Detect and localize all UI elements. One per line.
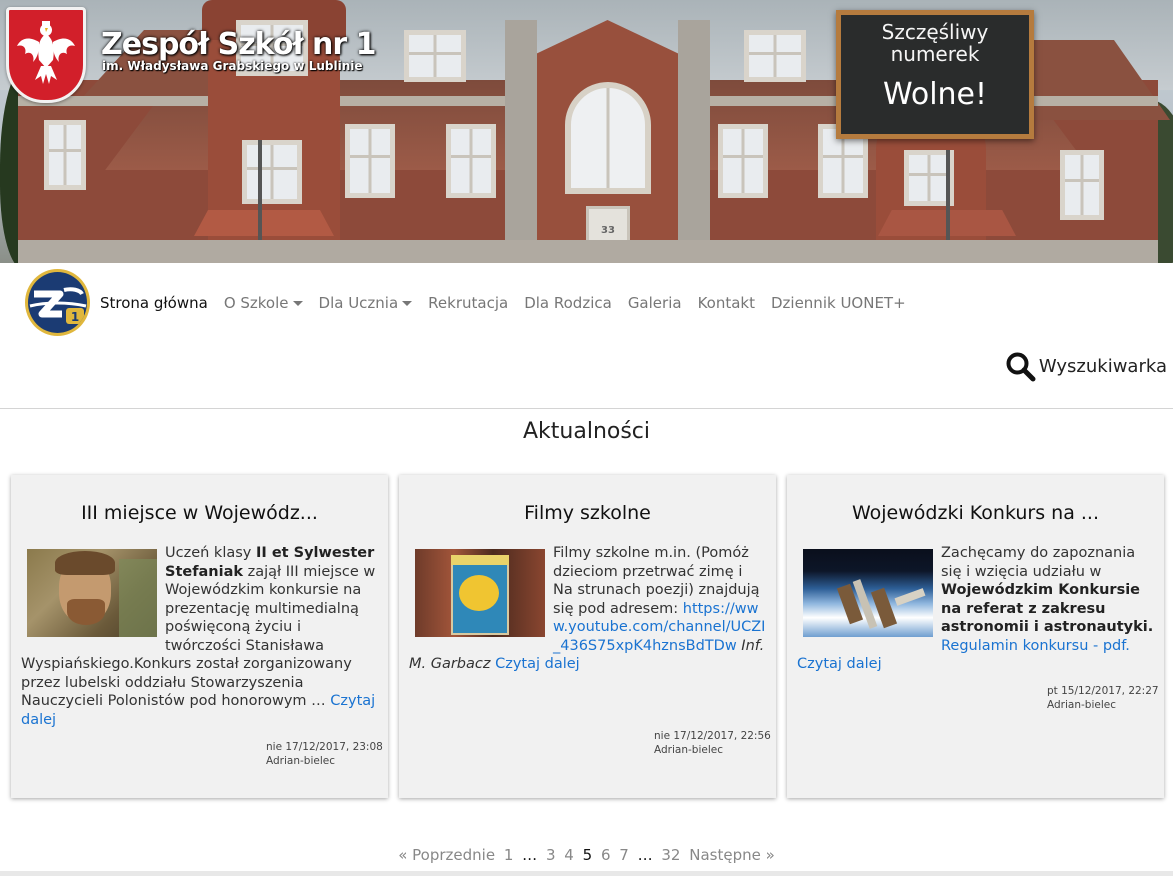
news-date: nie 17/12/2017, 22:56 [654, 730, 771, 742]
nav-label: Dziennik UONET+ [770, 294, 906, 312]
nav-item-dla-ucznia[interactable]: Dla Ucznia [319, 294, 413, 312]
news-date: pt 15/12/2017, 22:27 [1047, 685, 1159, 697]
nav-item-rekrutacja[interactable]: Rekrutacja [428, 294, 508, 312]
poster-stripe [451, 555, 509, 565]
read-more-link[interactable]: Czytaj dalej [495, 656, 580, 672]
chalkboard-label: numerek [890, 42, 980, 66]
pagination-page[interactable]: 1 [504, 846, 514, 864]
pagination: « Poprzednie 1 … 3 4 5 6 7 … 32 Następne… [0, 846, 1173, 864]
svg-text:1: 1 [71, 310, 79, 324]
nav-label: Rekrutacja [428, 294, 509, 312]
building-base [18, 240, 1158, 263]
portrait-hair [55, 551, 115, 575]
bottom-strip [0, 871, 1173, 876]
news-author: Adrian-bielec [654, 744, 723, 756]
nav-item-kontakt[interactable]: Kontakt [698, 294, 755, 312]
pagination-page[interactable]: 6 [601, 846, 611, 864]
read-more-link[interactable]: Czytaj dalej [797, 656, 882, 672]
regulations-pdf-link[interactable]: Regulamin konkursu - pdf. [941, 638, 1130, 654]
station-module [894, 588, 926, 606]
portrait-foliage [119, 559, 157, 637]
pagination-page[interactable]: 4 [564, 846, 574, 864]
pilaster [678, 20, 710, 263]
window [44, 120, 86, 190]
window [404, 30, 466, 82]
news-bold-text: Wojewódzkim Konkursie na referat z zakre… [941, 582, 1154, 635]
news-card: III miejsce w Wojewódz... Uczeń klasy II… [11, 475, 388, 798]
pagination-ellipsis: … [522, 846, 538, 864]
window [1060, 150, 1104, 220]
window [744, 30, 806, 82]
news-author: Adrian-bielec [266, 755, 335, 767]
chevron-down-icon [292, 300, 303, 306]
awning [194, 210, 334, 236]
zs1-logo-icon: 1 [29, 287, 87, 324]
chevron-down-icon [402, 300, 413, 306]
window [242, 140, 302, 204]
plaque-number: 33 [601, 225, 615, 236]
nav-label: O Szkole [223, 294, 289, 312]
news-card-body: Zachęcamy do zapoznania się i wzięcia ud… [797, 544, 1154, 674]
news-thumbnail-space-station[interactable] [803, 549, 933, 637]
pagination-page[interactable]: 3 [546, 846, 556, 864]
news-card: Wojewódzki Konkurs na ... Zachęcamy do z… [787, 475, 1164, 798]
main-navbar: 1 Strona główna O Szkole Dla Ucznia Rekr… [0, 263, 1173, 409]
news-section-title: Aktualności [522, 419, 651, 444]
news-card-title[interactable]: III miejsce w Wojewódz... [11, 502, 388, 524]
search-label: Wyszukiwarka [1038, 356, 1167, 377]
pagination-next[interactable]: Następne » [689, 846, 775, 864]
news-date: nie 17/12/2017, 23:08 [266, 741, 383, 753]
nav-item-o-szkole[interactable]: O Szkole [224, 294, 303, 312]
nav-links: Strona główna O Szkole Dla Ucznia Rekrut… [100, 294, 922, 312]
chalkboard-label: Szczęśliwy [881, 20, 989, 44]
nav-item-dziennik[interactable]: Dziennik UONET+ [771, 294, 906, 312]
news-card-body: Filmy szkolne m.in. (Pomóż dzieciom prze… [409, 544, 766, 674]
window [345, 124, 395, 198]
pagination-current-page: 5 [582, 846, 593, 864]
news-meta: nie 17/12/2017, 23:08 Adrian-bielec [266, 740, 383, 768]
poster-flower [459, 575, 499, 611]
polish-eagle-emblem[interactable] [6, 7, 86, 103]
eagle-icon [17, 21, 75, 84]
window [446, 124, 496, 198]
news-card-body: Uczeń klasy II et Sylwester Stefaniak za… [21, 544, 378, 729]
nav-label: Kontakt [697, 294, 755, 312]
news-card-title[interactable]: Filmy szkolne [399, 502, 776, 524]
news-card: Filmy szkolne Filmy szkolne m.in. (Pomóż… [399, 475, 776, 798]
nav-label: Dla Rodzica [524, 294, 612, 312]
nav-item-galeria[interactable]: Galeria [628, 294, 682, 312]
pagination-page[interactable]: 7 [619, 846, 629, 864]
search-button[interactable]: Wyszukiwarka [1005, 351, 1167, 382]
header-banner: 33 Zespół Szkół nr 1 im. Władysława Grab… [0, 0, 1173, 263]
news-meta: nie 17/12/2017, 22:56 Adrian-bielec [654, 729, 771, 757]
window [718, 124, 768, 198]
pagination-ellipsis: … [637, 846, 653, 864]
lucky-number-value: Wolne! [882, 77, 988, 112]
search-icon [1006, 352, 1036, 382]
school-subtitle: im. Władysława Grabskiego w Lublinie [102, 59, 363, 73]
portrait-beard [67, 599, 105, 625]
news-text: Zachęcamy do zapoznania się i wzięcia ud… [941, 545, 1136, 580]
nav-label: Galeria [627, 294, 682, 312]
news-card-title[interactable]: Wojewódzki Konkurs na ... [787, 502, 1164, 524]
pagination-prev[interactable]: « Poprzednie [398, 846, 495, 864]
nav-label: Dla Ucznia [318, 294, 399, 312]
news-text: Uczeń klasy [165, 545, 256, 561]
nav-item-dla-rodzica[interactable]: Dla Rodzica [524, 294, 612, 312]
arched-window [565, 82, 651, 194]
school-name[interactable]: Zespół Szkół nr 1 [101, 27, 376, 62]
nav-label: Strona główna [100, 294, 208, 312]
nav-item-home[interactable]: Strona główna [100, 294, 208, 312]
pilaster [505, 20, 537, 263]
lucky-number-chalkboard: Szczęśliwy numerek Wolne! [836, 10, 1034, 139]
school-logo[interactable]: 1 [25, 269, 90, 336]
news-thumbnail-poster[interactable] [415, 549, 545, 637]
news-author: Adrian-bielec [1047, 699, 1116, 711]
pagination-page[interactable]: 32 [661, 846, 680, 864]
news-meta: pt 15/12/2017, 22:27 Adrian-bielec [1047, 684, 1159, 712]
news-thumbnail-portrait[interactable] [27, 549, 157, 637]
